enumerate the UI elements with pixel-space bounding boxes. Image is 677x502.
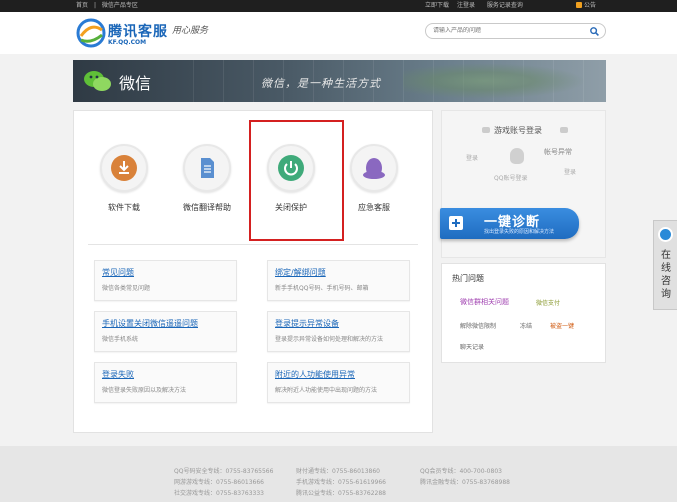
gamepad-icon — [560, 127, 568, 133]
top-bar: 首页 | 微信产品专区 立即下载 注登录 服务记录查询 公告 — [0, 0, 677, 12]
footer-hotline: 手机游戏专线：0755-61619966 — [296, 479, 386, 486]
hot-item[interactable]: 聊天记录 — [460, 342, 484, 351]
hot-item[interactable]: 被盗一键 — [550, 321, 574, 330]
divider — [88, 244, 418, 245]
faq-title[interactable]: 手机设置关闭微信遥遥问题 — [102, 318, 198, 329]
wechat-logo-icon — [84, 71, 111, 91]
search-input[interactable] — [433, 27, 583, 34]
breadcrumb-separator: | — [93, 2, 96, 9]
footer-hotline: 财付通专线：0755-86013860 — [296, 468, 380, 475]
online-consult-label: 在线咨询 — [661, 250, 671, 300]
faq-desc: 微信手机系统 — [102, 336, 139, 343]
footer-hotline: 腾讯金融专线：0755-83768988 — [420, 479, 510, 486]
top-links: 立即下载 注登录 服务记录查询 — [425, 0, 523, 12]
faq-card-login-failed[interactable]: 登录失败 微信登录失败原因以及解决方法 — [94, 362, 237, 403]
logo-url: KF.QQ.COM — [108, 39, 147, 46]
footer-hotline: 社交游戏专线：0755-83763333 — [174, 490, 264, 497]
top-link-download[interactable]: 立即下载 — [425, 2, 449, 9]
hot-item[interactable]: 解除微信限制 — [460, 321, 496, 330]
speaker-icon — [576, 2, 582, 8]
hot-item[interactable]: 微信群相关问题 — [460, 297, 509, 307]
faq-card-common[interactable]: 常见问题 微信各类常见问题 — [94, 260, 237, 301]
footer-hotline: 网游游戏专线：0755-86013666 — [174, 479, 264, 486]
faq-desc: 微信登录失败原因以及解决方法 — [102, 387, 187, 394]
notice-label: 公告 — [584, 2, 597, 9]
document-icon — [194, 155, 220, 181]
footer-hotline: QQ号码安全专线：0755-83765566 — [174, 468, 274, 475]
top-link-service-records[interactable]: 服务记录查询 — [487, 2, 523, 9]
download-circle — [100, 144, 148, 192]
tencent-logo-icon[interactable] — [76, 18, 106, 48]
notice-link[interactable]: 公告 — [576, 0, 596, 12]
faq-title[interactable]: 登录提示异常设备 — [275, 318, 339, 329]
banner-title: 微信 — [119, 74, 152, 93]
logo-title: 腾讯客服 — [108, 24, 168, 40]
login-bottom-right-label[interactable]: 登录 — [564, 167, 576, 176]
quick-link-download[interactable]: 软件下载 — [94, 144, 154, 213]
one-click-diagnose-button[interactable]: 一键诊断 找出登录失败的原因和解决方法 — [440, 208, 579, 239]
header: 腾讯客服 KF.QQ.COM 用心服务 — [0, 12, 677, 54]
quick-link-label: 应急客服 — [358, 203, 390, 212]
medical-plus-icon — [449, 216, 463, 230]
hot-title: 热门问题 — [452, 274, 484, 283]
cloud-icon — [482, 127, 490, 133]
qq-avatar-icon — [510, 148, 524, 164]
qq-circle — [350, 144, 398, 192]
faq-card-abnormal-device[interactable]: 登录提示异常设备 登录提示异常设备如何处理和解决的方法 — [267, 311, 410, 352]
quick-link-emergency[interactable]: 应急客服 — [344, 144, 404, 213]
quick-link-translate[interactable]: 微信翻译帮助 — [177, 144, 237, 213]
breadcrumb-current[interactable]: 微信产品专区 — [102, 2, 138, 9]
download-icon — [111, 155, 137, 181]
document-circle — [183, 144, 231, 192]
login-panel-title: 游戏账号登录 — [494, 126, 542, 135]
faq-title[interactable]: 附近的人功能使用异常 — [275, 369, 355, 380]
faq-card-bind[interactable]: 绑定/解绑问题 新手手机QQ号码、手机号码、邮箱 — [267, 260, 410, 301]
search-icon[interactable] — [590, 27, 599, 36]
footer-hotline: QQ会员专线：400-700-0803 — [420, 468, 502, 475]
search-box — [425, 23, 606, 39]
faq-title[interactable]: 常见问题 — [102, 267, 134, 278]
qq-penguin-icon — [361, 155, 387, 181]
wechat-banner: 微信 微信，是一种生活方式 — [73, 60, 606, 102]
faq-desc: 微信各类常见问题 — [102, 285, 151, 292]
diagnose-subtitle: 找出登录失败的原因和解决方法 — [484, 229, 555, 235]
login-bottom-left-label[interactable]: QQ账号登录 — [494, 173, 527, 182]
faq-card-nearby[interactable]: 附近的人功能使用异常 解决附近人功能使用中出现问题的方法 — [267, 362, 410, 403]
quick-link-label: 软件下载 — [108, 203, 140, 212]
quick-link-label: 微信翻译帮助 — [183, 203, 231, 212]
hot-questions-panel: 热门问题 微信群相关问题 微信支付 解除微信限制 冻结 被盗一键 聊天记录 — [441, 263, 606, 363]
login-left-label[interactable]: 登录 — [466, 153, 478, 162]
hot-item[interactable]: 微信支付 — [536, 298, 560, 307]
highlight-box — [249, 120, 344, 241]
world-map-decoration — [403, 60, 603, 102]
faq-title[interactable]: 登录失败 — [102, 369, 134, 380]
faq-desc: 新手手机QQ号码、手机号码、邮箱 — [275, 285, 369, 292]
breadcrumb: 首页 | 微信产品专区 — [76, 0, 142, 12]
login-right-label[interactable]: 帐号异常 — [544, 147, 572, 157]
top-link-login[interactable]: 注登录 — [457, 2, 475, 9]
hot-item[interactable]: 冻结 — [520, 321, 532, 330]
quick-links: 软件下载 微信翻译帮助 关闭保护 应急客服 — [74, 111, 434, 241]
footer: QQ号码安全专线：0755-83765566 财付通专线：0755-860138… — [0, 446, 677, 502]
online-consult-widget[interactable]: 在线咨询 — [653, 220, 677, 310]
banner-slogan: 微信，是一种生活方式 — [261, 77, 381, 90]
chat-icon — [658, 227, 673, 242]
header-slogan: 用心服务 — [172, 26, 209, 36]
faq-desc: 登录提示异常设备如何处理和解决的方法 — [275, 336, 384, 343]
faq-card-phone-settings[interactable]: 手机设置关闭微信遥遥问题 微信手机系统 — [94, 311, 237, 352]
breadcrumb-home[interactable]: 首页 — [76, 2, 88, 9]
main-panel: 软件下载 微信翻译帮助 关闭保护 应急客服 常见问题 微信各类常见问题 绑定/解… — [73, 110, 433, 433]
footer-hotline: 腾讯公益专线：0755-83762288 — [296, 490, 386, 497]
faq-title[interactable]: 绑定/解绑问题 — [275, 267, 326, 278]
faq-desc: 解决附近人功能使用中出现问题的方法 — [275, 387, 378, 394]
